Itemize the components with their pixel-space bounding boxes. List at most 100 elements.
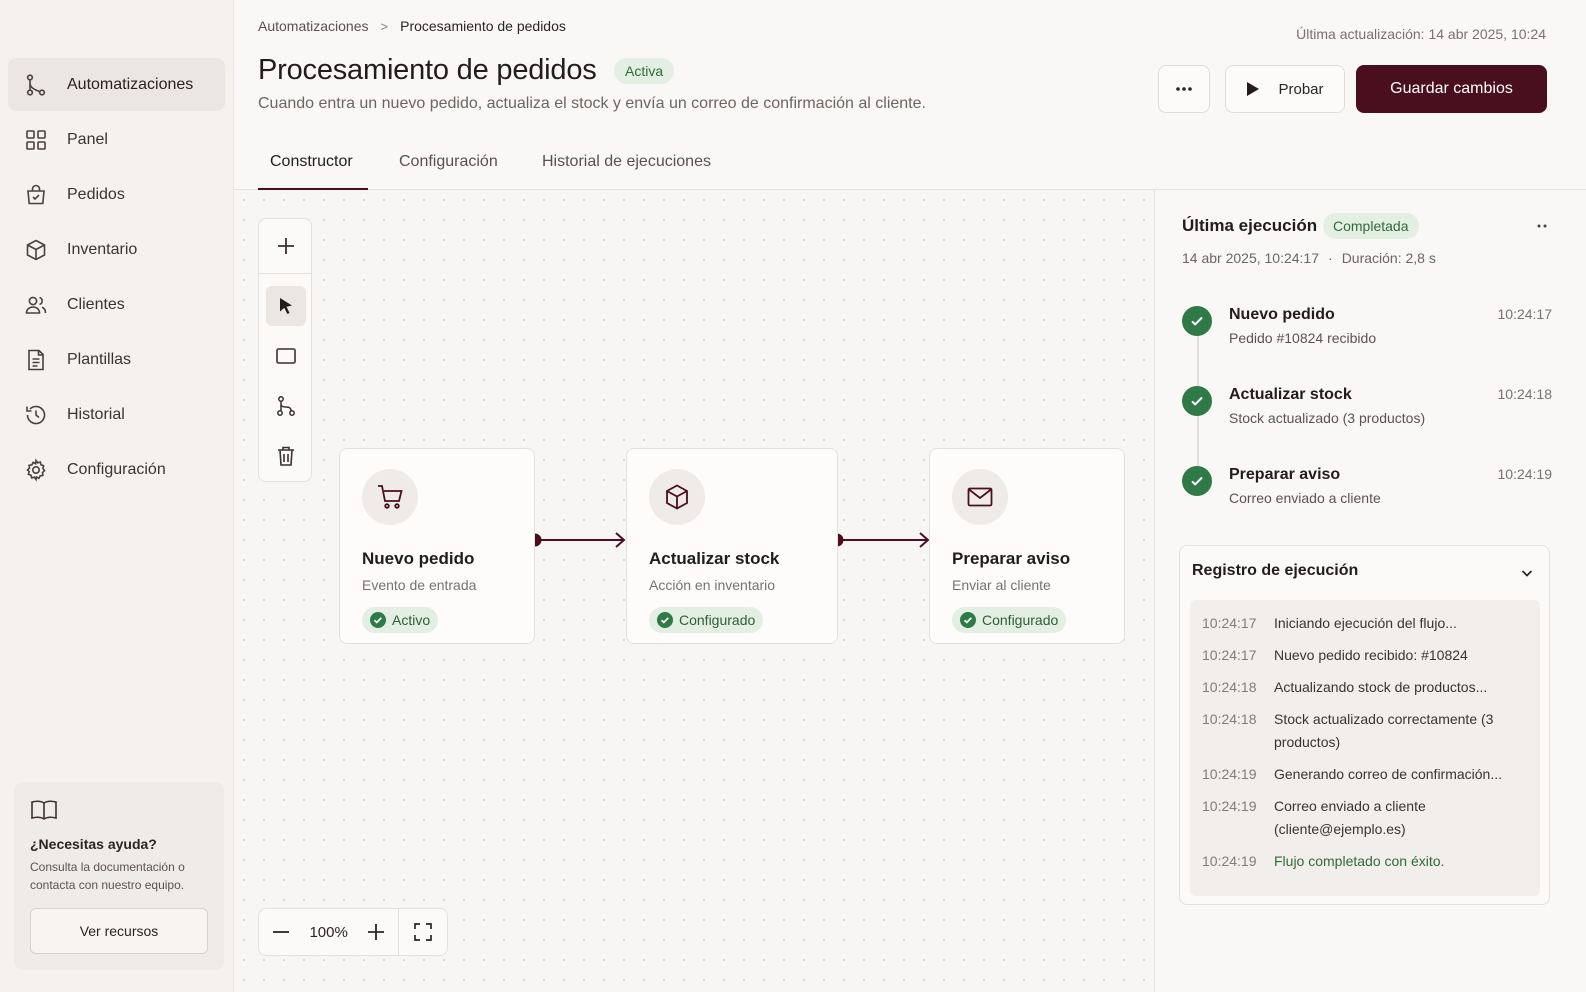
tab-configuracion[interactable]: Configuración: [387, 140, 510, 190]
grid-icon: [24, 128, 48, 152]
sidebar-item-historial[interactable]: Historial: [8, 388, 225, 441]
log-time: 10:24:19: [1202, 853, 1257, 869]
workflow-canvas[interactable]: Nuevo pedido Evento de entrada Activo Ac…: [234, 190, 1154, 992]
canvas-toolbar: [258, 218, 312, 482]
node-status-label: Configurado: [982, 612, 1059, 628]
rectangle-tool[interactable]: [266, 336, 306, 376]
execution-step: Actualizar stock Stock actualizado (3 pr…: [1182, 386, 1552, 446]
tab-constructor[interactable]: Constructor: [258, 140, 368, 190]
sidebar-item-clientes[interactable]: Clientes: [8, 278, 225, 331]
help-text: Consulta la documentación o contacta con…: [30, 860, 185, 892]
ellipsis-icon: [1176, 87, 1192, 91]
sidebar-item-label: Clientes: [67, 295, 125, 313]
zoom-in-button[interactable]: [354, 909, 398, 955]
step-title: Nuevo pedido: [1229, 306, 1335, 323]
breadcrumb-link[interactable]: Automatizaciones: [258, 18, 369, 34]
log-time: 10:24:18: [1202, 679, 1257, 695]
step-subtitle: Correo enviado a cliente: [1229, 490, 1381, 506]
step-subtitle: Stock actualizado (3 productos): [1229, 410, 1426, 426]
log-time: 10:24:17: [1202, 647, 1257, 663]
page-description: Cuando entra un nuevo pedido, actualiza …: [258, 95, 926, 112]
workflow-icon: [24, 73, 48, 97]
log-title: Registro de ejecución: [1192, 562, 1359, 579]
fit-view-button[interactable]: [399, 909, 447, 955]
test-button-label: Probar: [1278, 80, 1324, 98]
box-icon: [24, 238, 48, 262]
sidebar-nav: Automatizaciones Panel Pedidos Inventari…: [8, 58, 225, 498]
shopping-bag-icon: [24, 183, 48, 207]
check-circle-icon: [657, 612, 673, 628]
add-node-tool[interactable]: [266, 226, 306, 266]
sidebar-item-configuracion[interactable]: Configuración: [8, 443, 225, 496]
sidebar-item-inventario[interactable]: Inventario: [8, 223, 225, 276]
node-subtitle: Acción en inventario: [649, 577, 776, 593]
breadcrumb: Automatizaciones > Procesamiento de pedi…: [258, 18, 566, 34]
select-tool[interactable]: [266, 286, 306, 326]
gear-icon: [24, 457, 48, 482]
log-time: 10:24:19: [1202, 798, 1257, 814]
trash-icon: [278, 446, 294, 466]
node-actualizar-stock[interactable]: Actualizar stock Acción en inventario Co…: [626, 448, 838, 644]
node-title: Actualizar stock: [649, 549, 780, 568]
execution-meta: 14 abr 2025, 10:24:17 · Duración: 2,8 s: [1182, 250, 1436, 266]
node-nuevo-pedido[interactable]: Nuevo pedido Evento de entrada Activo: [339, 448, 535, 644]
log-message: Iniciando ejecución del flujo...: [1274, 615, 1457, 631]
minus-icon: [272, 931, 289, 933]
sidebar-item-label: Pedidos: [67, 185, 125, 203]
execution-panel: Última ejecución Completada 14 abr 2025,…: [1154, 190, 1586, 992]
node-subtitle: Evento de entrada: [362, 577, 477, 593]
meta-separator: ·: [1328, 250, 1333, 266]
log-body: 10:24:17 Iniciando ejecución del flujo..…: [1190, 600, 1540, 896]
plus-icon: [278, 238, 294, 254]
step-time: 10:24:19: [1497, 466, 1553, 482]
last-update: Última actualización: 14 abr 2025, 10:24: [1296, 26, 1546, 42]
zoom-out-button[interactable]: [259, 909, 303, 955]
sidebar-item-automatizaciones[interactable]: Automatizaciones: [8, 58, 225, 111]
plus-icon: [368, 924, 385, 940]
log-message: Actualizando stock de productos...: [1274, 679, 1488, 695]
rectangle-icon: [276, 348, 296, 364]
zoom-level: 100%: [309, 923, 348, 941]
step-subtitle: Pedido #10824 recibido: [1229, 330, 1377, 346]
log-message: Nuevo pedido recibido: #10824: [1274, 647, 1468, 663]
delete-tool[interactable]: [266, 436, 306, 476]
execution-duration: Duración: 2,8 s: [1341, 250, 1436, 266]
history-icon: [24, 403, 48, 427]
chevron-down-icon[interactable]: [1519, 565, 1535, 581]
ver-recursos-button[interactable]: Ver recursos: [30, 908, 208, 954]
fullscreen-icon: [414, 923, 432, 941]
node-status-label: Activo: [392, 612, 431, 628]
test-button[interactable]: Probar: [1225, 65, 1345, 113]
mail-icon: [952, 469, 1008, 525]
zoom-controls: 100%: [258, 908, 448, 956]
help-card: ¿Necesitas ayuda? Consulta la documentac…: [14, 782, 224, 970]
tab-historial-ejecuciones[interactable]: Historial de ejecuciones: [530, 140, 723, 190]
panel-more-button[interactable]: [1530, 216, 1554, 236]
cart-icon: [362, 469, 418, 525]
help-title: ¿Necesitas ayuda?: [30, 836, 157, 852]
check-circle-icon: [370, 612, 386, 628]
tab-bar: Constructor Configuración Historial de e…: [234, 140, 1586, 190]
branch-tool[interactable]: [266, 386, 306, 426]
step-time: 10:24:17: [1497, 306, 1553, 322]
log-time: 10:24:19: [1202, 766, 1257, 782]
branch-icon: [277, 396, 295, 416]
node-subtitle: Enviar al cliente: [952, 577, 1051, 593]
document-icon: [24, 348, 48, 372]
save-button[interactable]: Guardar cambios: [1356, 65, 1547, 113]
panel-title: Última ejecución: [1182, 216, 1318, 235]
pointer-icon: [280, 298, 292, 314]
sidebar-item-label: Configuración: [67, 460, 166, 478]
sidebar-item-pedidos[interactable]: Pedidos: [8, 168, 225, 221]
node-preparar-aviso[interactable]: Preparar aviso Enviar al cliente Configu…: [929, 448, 1125, 644]
check-circle-icon: [1182, 386, 1212, 416]
execution-date: 14 abr 2025, 10:24:17: [1182, 250, 1320, 266]
check-circle-icon: [960, 612, 976, 628]
chevron-right-icon: >: [380, 18, 389, 34]
page-title: Procesamiento de pedidos: [258, 54, 597, 86]
sidebar-item-plantillas[interactable]: Plantillas: [8, 333, 225, 386]
more-options-button[interactable]: [1158, 65, 1210, 113]
box-icon: [649, 469, 705, 525]
step-time: 10:24:18: [1497, 386, 1553, 402]
sidebar-item-panel[interactable]: Panel: [8, 113, 225, 166]
